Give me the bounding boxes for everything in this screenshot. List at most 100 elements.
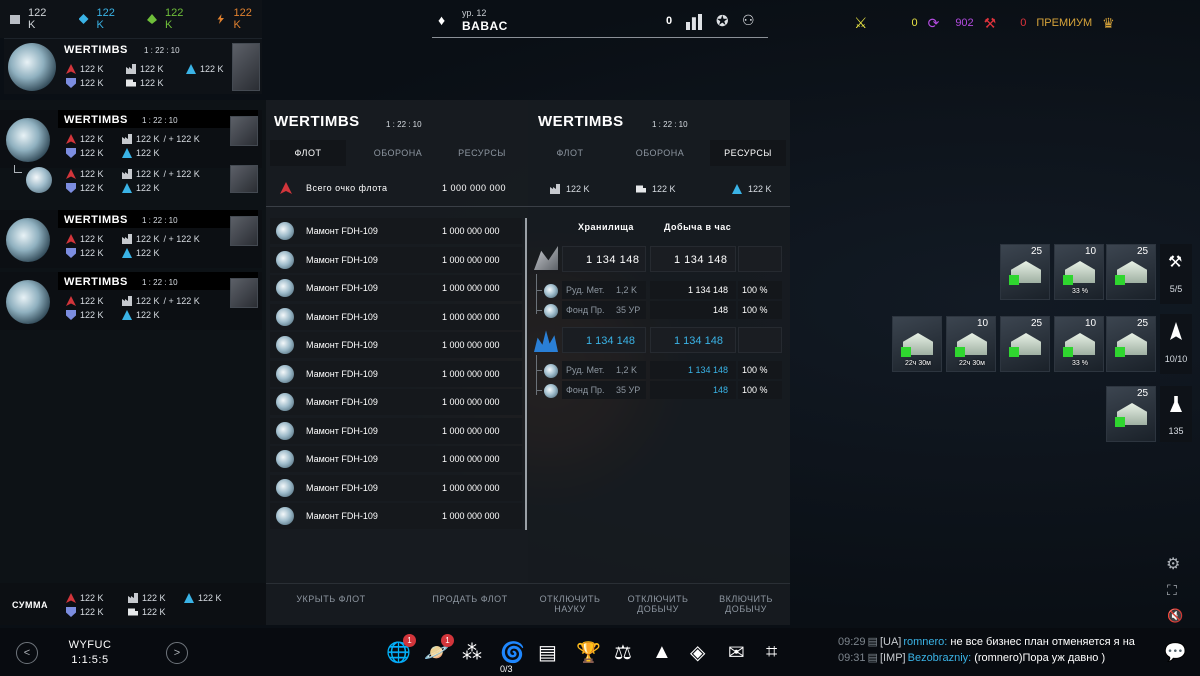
factory-icon bbox=[550, 184, 560, 194]
tab-defense[interactable]: ОБОРОНА bbox=[618, 140, 702, 166]
ship-row[interactable]: Мамонт FDH-109 1 000 000 000 bbox=[270, 332, 522, 358]
shield-icon bbox=[66, 148, 76, 158]
sell-fleet-button[interactable]: ПРОДАТЬ ФЛОТ bbox=[410, 594, 530, 604]
tab-resources[interactable]: РЕСУРСЫ bbox=[710, 140, 786, 166]
storage-header: Хранилища bbox=[578, 222, 634, 232]
building-name: Фонд Пр. bbox=[566, 385, 605, 395]
tools-icon[interactable]: ⌗ bbox=[766, 641, 790, 664]
building-icon bbox=[544, 364, 558, 378]
building-tile[interactable]: 25 bbox=[1106, 244, 1156, 300]
crystal-icon bbox=[122, 183, 132, 193]
swords-icon[interactable]: ⚔ bbox=[854, 14, 867, 32]
disable-science-button[interactable]: ОТКЛЮЧИТЬ НАУКУ bbox=[530, 594, 610, 614]
status-light-icon bbox=[901, 347, 911, 357]
ship-row[interactable]: Мамонт FDH-109 1 000 000 000 bbox=[270, 275, 522, 301]
ship-row[interactable]: Мамонт FDH-109 1 000 000 000 bbox=[270, 474, 522, 501]
building-name: Фонд Пр. bbox=[566, 305, 605, 315]
current-planet-card[interactable]: WERTIMBS 1 : 22 : 10 122 K 122 K 122 K 1… bbox=[4, 38, 262, 94]
planet-icon[interactable]: 🪐 1 bbox=[424, 634, 454, 665]
tab-fleet[interactable]: ФЛОТ bbox=[270, 140, 346, 166]
next-planet-button[interactable]: > bbox=[166, 642, 188, 664]
disable-mining-button[interactable]: ОТКЛЮЧИТЬ ДОБЫЧУ bbox=[616, 594, 700, 614]
network-icon[interactable]: ⁂ bbox=[462, 640, 486, 665]
planet-list-item[interactable]: WERTIMBS 1 : 22 : 10 122 K 122 K / + 122 K 12… bbox=[0, 110, 262, 168]
chat-user[interactable]: romnero: bbox=[903, 636, 947, 648]
scrollbar[interactable] bbox=[525, 218, 527, 530]
ship-row[interactable]: Мамонт FDH-109 1 000 000 000 bbox=[270, 389, 522, 415]
planet-image bbox=[6, 218, 50, 262]
alliance-icon[interactable]: ⚇ bbox=[742, 12, 755, 29]
ship-name: Мамонт FDH-109 bbox=[306, 254, 378, 265]
building-efficiency[interactable]: 100 % bbox=[742, 285, 768, 295]
enable-mining-button[interactable]: ВКЛЮЧИТЬ ДОБЫЧУ bbox=[704, 594, 788, 614]
metal-production: 1 134 148 bbox=[674, 254, 728, 266]
ship-row[interactable]: Мамонт FDH-109 1 000 000 000 bbox=[270, 360, 522, 387]
crown-icon[interactable]: ♛ bbox=[1102, 15, 1115, 32]
ship-row[interactable]: Мамонт FDH-109 1 000 000 000 bbox=[270, 503, 522, 529]
status-light-icon bbox=[1115, 347, 1125, 357]
tab-resources[interactable]: РЕСУРСЫ bbox=[440, 140, 524, 166]
building-tile[interactable]: 25 bbox=[1000, 316, 1050, 372]
fullscreen-icon[interactable]: ⛶ bbox=[1167, 582, 1177, 599]
building-tile[interactable]: 22ч 30м bbox=[892, 316, 942, 372]
building-tile[interactable]: 25 bbox=[1106, 316, 1156, 372]
rockets-icon[interactable]: ▲ bbox=[652, 641, 676, 664]
side-tool-2[interactable]: 10/10 bbox=[1160, 314, 1192, 374]
tab-fleet[interactable]: ФЛОТ bbox=[532, 140, 608, 166]
attack-icon bbox=[66, 296, 76, 306]
scales-icon[interactable]: ⚖ bbox=[614, 640, 638, 665]
ship-row[interactable]: Мамонт FDH-109 1 000 000 000 bbox=[270, 218, 522, 244]
side-tool-1[interactable]: ⚒ 5/5 bbox=[1160, 244, 1192, 304]
planet-list-item[interactable]: 122 K 122 K / + 122 K 122 K 122 K bbox=[0, 165, 262, 207]
galaxy-icon[interactable]: 🌀 0/3 bbox=[500, 640, 525, 674]
trophy-icon[interactable]: 🏆 bbox=[576, 640, 601, 665]
building-tile[interactable]: 10 33 % bbox=[1054, 244, 1104, 300]
ship-row[interactable]: Мамонт FDH-109 1 000 000 000 bbox=[270, 417, 522, 444]
building-tile[interactable]: 25 bbox=[1000, 244, 1050, 300]
mail-icon[interactable]: ✉ bbox=[728, 640, 752, 665]
achievement-icon[interactable]: ✪ bbox=[716, 12, 729, 30]
building-efficiency[interactable]: 100 % bbox=[742, 305, 768, 315]
stats-icon[interactable] bbox=[686, 14, 702, 30]
cycle-icon[interactable]: ⟳ bbox=[928, 15, 940, 32]
building-efficiency[interactable]: 100 % bbox=[742, 385, 768, 395]
settings-icon[interactable]: ⚙ bbox=[1166, 554, 1180, 574]
planet-list-item[interactable]: WERTIMBS 1 : 22 : 10 122 K 122 K / + 122 K 12… bbox=[0, 210, 262, 268]
tab-defense[interactable]: ОБОРОНА bbox=[356, 140, 440, 166]
premium-label[interactable]: ПРЕМИУМ bbox=[1036, 17, 1092, 29]
shield-icon bbox=[66, 248, 76, 258]
ship-name: Мамонт FDH-109 bbox=[306, 311, 378, 322]
ship-row[interactable]: Мамонт FDH-109 1 000 000 000 bbox=[270, 446, 522, 472]
building-tile[interactable]: 10 33 % bbox=[1054, 316, 1104, 372]
chat-box[interactable]: 09:29 ▤ [UA] romnero: не все бизнес план отм… bbox=[838, 634, 1152, 670]
status-light-icon bbox=[1009, 347, 1019, 357]
chat-icon[interactable]: 💬 bbox=[1164, 642, 1186, 663]
mute-icon[interactable]: 🔇 bbox=[1167, 608, 1183, 624]
crystal-value: 122 K bbox=[136, 248, 160, 258]
hammer-icon[interactable]: ⚒ bbox=[984, 15, 997, 32]
building-tile[interactable]: 25 bbox=[1106, 386, 1156, 442]
ship-row[interactable]: Мамонт FDH-109 1 000 000 000 bbox=[270, 246, 522, 273]
hide-fleet-button[interactable]: УКРЫТЬ ФЛОТ bbox=[276, 594, 386, 604]
building-tile[interactable]: 10 22ч 30м bbox=[946, 316, 996, 372]
prev-planet-button[interactable]: < bbox=[16, 642, 38, 664]
building-efficiency[interactable]: 100 % bbox=[742, 365, 768, 375]
ship-icon bbox=[276, 507, 294, 525]
planet-name: WERTIMBS bbox=[64, 214, 128, 226]
player-name[interactable]: BABAC bbox=[462, 19, 508, 33]
planet-list-item[interactable]: WERTIMBS 1 : 22 : 10 122 K 122 K / + 122 K 12… bbox=[0, 272, 262, 330]
layers-icon[interactable]: ◈ bbox=[690, 640, 714, 665]
document-icon[interactable]: ▤ bbox=[538, 640, 562, 665]
chat-user[interactable]: Bezobrazniy: bbox=[908, 652, 972, 664]
side-tool-3[interactable]: 135 bbox=[1160, 386, 1192, 442]
status-light-icon bbox=[1115, 417, 1125, 427]
deuterium-value: 122 K bbox=[165, 7, 184, 31]
cargo-icon bbox=[636, 185, 646, 193]
ship-icon bbox=[1170, 322, 1182, 340]
ship-row[interactable]: Мамонт FDH-109 1 000 000 000 bbox=[270, 303, 522, 330]
ship-icon bbox=[276, 250, 294, 269]
station-icon bbox=[230, 216, 258, 246]
research-counter: 135 bbox=[1168, 426, 1184, 436]
ship-points: 1 000 000 000 bbox=[442, 283, 500, 293]
globe-icon[interactable]: 🌐 1 bbox=[386, 634, 416, 665]
